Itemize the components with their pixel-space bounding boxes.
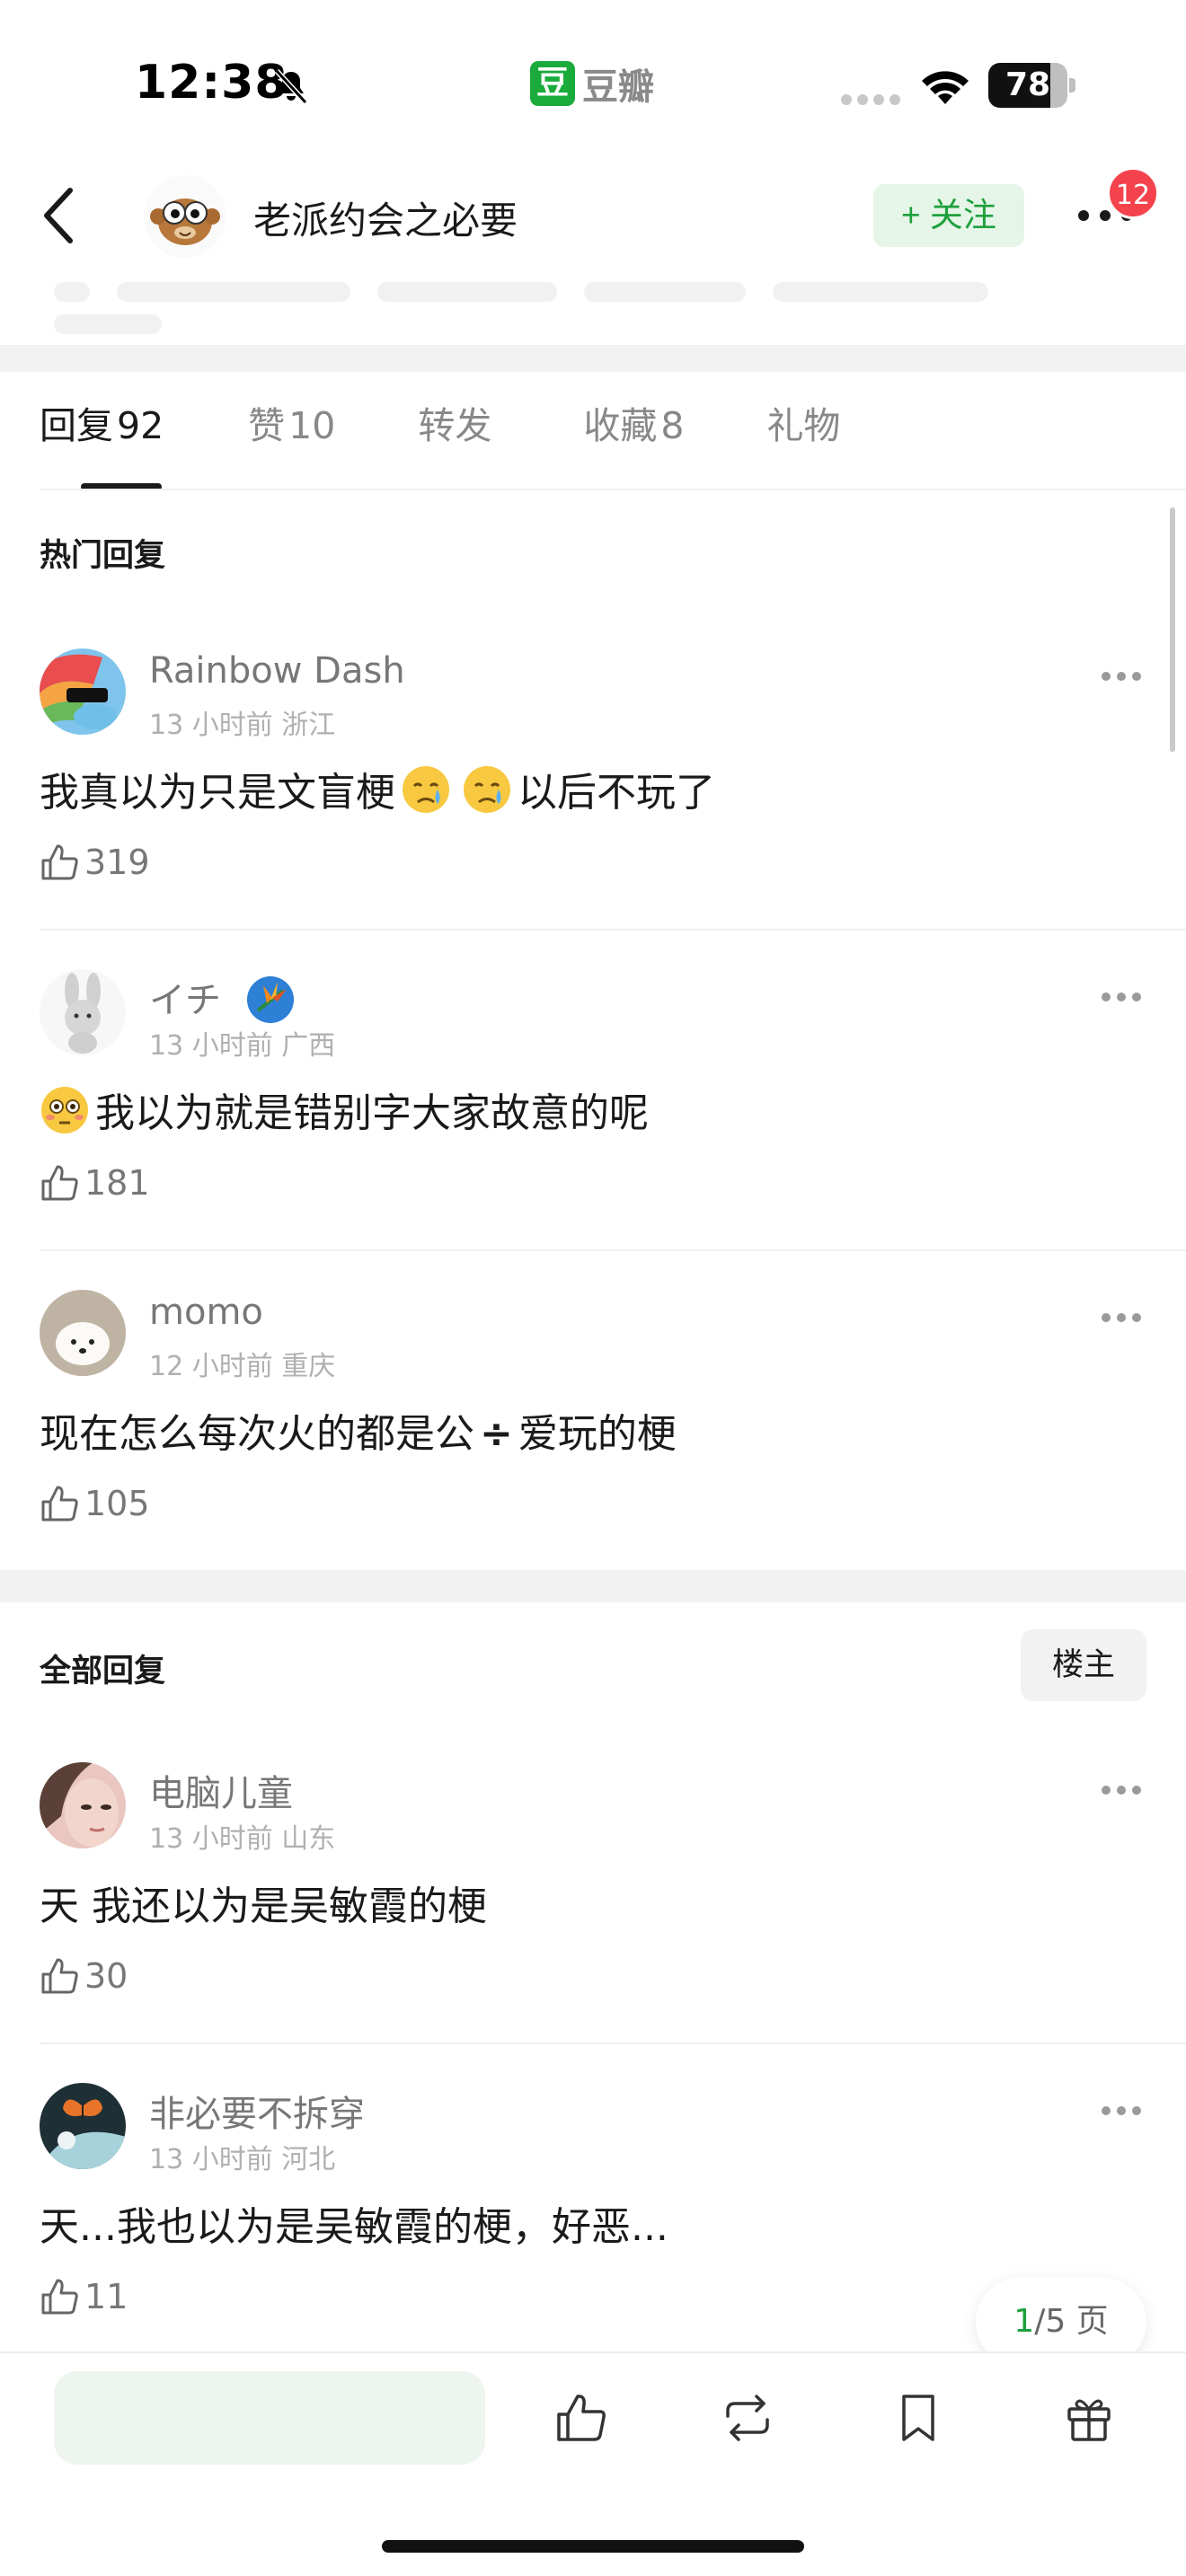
comment-author[interactable]: イチ <box>149 971 296 1025</box>
battery-indicator: 78 <box>988 63 1076 108</box>
all-replies-title: 全部回复 <box>40 1654 166 1689</box>
like-count: 30 <box>84 1956 128 1996</box>
comment-author[interactable]: momo <box>149 1292 263 1333</box>
status-app-name: 豆瓣 <box>582 66 654 108</box>
comment-author[interactable]: Rainbow Dash <box>149 650 405 692</box>
comment-more-icon[interactable] <box>1100 1784 1143 1796</box>
butterfly-avatar-icon <box>40 2083 126 2169</box>
tab-gifts[interactable]: 礼物 <box>766 395 844 485</box>
section-divider <box>0 345 1186 372</box>
comment-text: 现在怎么每次火的都是公 ÷ 爱玩的梗 <box>40 1411 677 1457</box>
tab-likes[interactable]: 赞10 <box>248 395 335 485</box>
hot-replies-title: 热门回复 <box>40 538 166 574</box>
page-title[interactable]: 老派约会之必要 <box>253 190 518 245</box>
dog-avatar-icon <box>40 1290 126 1376</box>
comment-more-icon[interactable] <box>1100 1311 1143 1324</box>
avatar[interactable] <box>40 2083 126 2169</box>
crying-face-emoji-icon <box>464 766 510 813</box>
divider <box>40 1249 1186 1251</box>
status-time: 12:38 <box>135 56 288 110</box>
comment-meta: 13 小时前 广西 <box>149 1030 336 1062</box>
division-sign: ÷ <box>480 1411 513 1457</box>
pony-avatar-icon <box>40 648 126 735</box>
battery-level: 78 <box>1005 66 1051 103</box>
comment-more-icon[interactable] <box>1100 670 1143 683</box>
status-app-indicator[interactable]: 豆 豆瓣 <box>530 57 654 110</box>
group-avatar[interactable] <box>144 175 226 258</box>
divider <box>40 2042 1186 2044</box>
scrollbar[interactable] <box>1170 507 1175 752</box>
thumbs-up-icon <box>41 1958 78 1994</box>
bookmark-icon[interactable] <box>890 2389 947 2447</box>
like-button[interactable]: 11 <box>40 2277 128 2316</box>
like-count: 181 <box>84 1163 150 1203</box>
like-button[interactable]: 30 <box>40 1956 128 1996</box>
comment-text: 我以为就是错别字大家故意的呢 <box>40 1081 649 1138</box>
douban-logo-icon: 豆 <box>530 61 575 106</box>
page-total: /5 页 <box>1034 2303 1109 2340</box>
tab-reposts[interactable]: 转发 <box>418 395 495 485</box>
gift-icon[interactable] <box>1060 2389 1118 2447</box>
comment-meta: 13 小时前 浙江 <box>149 710 336 741</box>
current-page: 1 <box>1013 2303 1035 2340</box>
like-count: 319 <box>84 842 150 882</box>
section-divider <box>0 1570 1186 1602</box>
like-count: 11 <box>84 2277 128 2316</box>
thumbs-up-icon <box>41 2279 78 2315</box>
thumbs-up-icon <box>41 1486 78 1522</box>
divider <box>40 929 1186 931</box>
comment-meta: 13 小时前 山东 <box>149 1823 336 1855</box>
like-count: 105 <box>84 1484 150 1523</box>
wifi-icon <box>922 71 969 104</box>
bird-of-paradise-badge-icon <box>246 976 294 1023</box>
collapsed-post-preview <box>54 273 1132 334</box>
follow-button[interactable]: + 关注 <box>873 184 1024 247</box>
tab-divider <box>40 489 1186 490</box>
signal-dots-icon <box>841 94 900 105</box>
comment-text: 天...我也以为是吴敏霞的梗，好恶... <box>40 2204 668 2250</box>
avatar[interactable] <box>40 969 126 1055</box>
like-button[interactable]: 105 <box>40 1484 150 1523</box>
notification-badge[interactable]: 12 <box>1107 167 1159 219</box>
portrait-avatar-icon <box>40 1762 126 1848</box>
owner-filter-button[interactable]: 楼主 <box>1021 1629 1146 1701</box>
bell-muted-icon <box>274 68 308 105</box>
avatar[interactable] <box>40 1762 126 1848</box>
thumbs-up-icon <box>41 1165 78 1201</box>
thumbs-up-icon <box>41 844 78 880</box>
flushed-face-emoji-icon <box>41 1087 88 1134</box>
comment-author[interactable]: 非必要不拆穿 <box>149 2085 365 2137</box>
tab-favorites[interactable]: 收藏8 <box>583 395 684 485</box>
crying-face-emoji-icon <box>403 766 449 813</box>
like-button[interactable]: 181 <box>40 1163 150 1203</box>
comment-input[interactable] <box>54 2371 485 2465</box>
status-bar: 12:38 豆 豆瓣 78 <box>0 0 1186 171</box>
bunny-avatar-icon <box>40 969 126 1055</box>
like-button[interactable]: 319 <box>40 842 150 882</box>
like-icon[interactable] <box>552 2389 609 2447</box>
tab-replies[interactable]: 回复92 <box>40 395 164 485</box>
monkey-avatar-icon <box>144 175 226 258</box>
repost-icon[interactable] <box>719 2389 776 2447</box>
comment-meta: 12 小时前 重庆 <box>149 1351 336 1382</box>
comment-text: 天 我还以为是吴敏霞的梗 <box>40 1883 487 1929</box>
comment-meta: 13 小时前 河北 <box>149 2144 336 2175</box>
back-arrow-icon[interactable] <box>36 180 81 251</box>
comment-more-icon[interactable] <box>1100 991 1143 1003</box>
tab-bar: 回复92 赞10 转发 收藏8 礼物 <box>40 395 844 485</box>
comment-text: 我真以为只是文盲梗 以后不玩了 <box>40 760 715 817</box>
avatar[interactable] <box>40 648 126 735</box>
comment-more-icon[interactable] <box>1100 2104 1143 2117</box>
comment-author[interactable]: 电脑儿童 <box>149 1764 293 1816</box>
avatar[interactable] <box>40 1290 126 1376</box>
home-indicator[interactable] <box>382 2540 804 2553</box>
